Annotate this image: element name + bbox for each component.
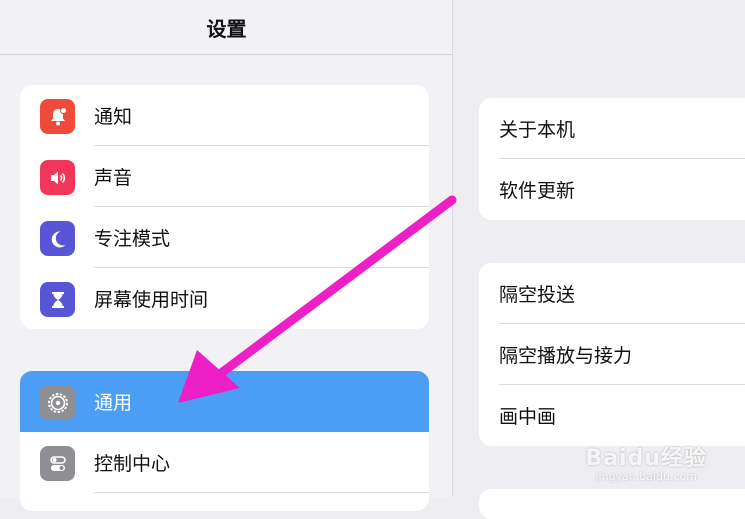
- watermark: Baidu经验 jingyan.baidu.com: [585, 440, 707, 483]
- sidebar-item-label: 声音: [94, 167, 133, 189]
- sidebar-item-label: 屏幕使用时间: [94, 289, 209, 311]
- sidebar-item-notifications[interactable]: 通知: [20, 85, 429, 146]
- watermark-brand: Baidu经验: [585, 446, 707, 471]
- detail-item-label: 关于本机: [499, 119, 576, 141]
- detail-item-label: 画中画: [499, 406, 557, 428]
- speaker-icon: [40, 160, 75, 195]
- sidebar-item-label: 专注模式: [94, 228, 171, 250]
- sidebar-item-general[interactable]: 通用: [20, 371, 429, 432]
- sidebar-item-control-center[interactable]: 控制中心: [20, 432, 429, 493]
- toggle-icon: [40, 446, 75, 481]
- moon-icon: [40, 221, 75, 256]
- gear-icon: [40, 385, 75, 420]
- detail-item-about[interactable]: 关于本机: [479, 98, 745, 159]
- sidebar: 设置 通知 声音 专注模式 屏幕使用时间 通用 控制中心: [0, 0, 453, 511]
- settings-group-2: 通用 控制中心: [20, 371, 429, 511]
- detail-item-airplay-handoff[interactable]: 隔空播放与接力: [479, 324, 745, 385]
- detail-group-3: [479, 489, 745, 519]
- detail-group-2: 隔空投送 隔空播放与接力 画中画: [479, 263, 745, 446]
- detail-item-picture-in-picture[interactable]: 画中画: [479, 385, 745, 446]
- hourglass-icon: [40, 282, 75, 317]
- bell-icon: [40, 99, 75, 134]
- sidebar-item-screen-time[interactable]: 屏幕使用时间: [20, 268, 429, 329]
- settings-group-1: 通知 声音 专注模式 屏幕使用时间: [20, 85, 429, 329]
- detail-item-label: 隔空播放与接力: [499, 345, 633, 367]
- sidebar-header: 设置: [0, 0, 453, 55]
- detail-group-1: 关于本机 软件更新: [479, 98, 745, 220]
- detail-item-airdrop[interactable]: 隔空投送: [479, 263, 745, 324]
- page-title: 设置: [206, 16, 247, 41]
- divider: [94, 492, 429, 493]
- sidebar-item-label: 通知: [94, 106, 133, 128]
- sidebar-item-focus[interactable]: 专注模式: [20, 207, 429, 268]
- detail-item-software-update[interactable]: 软件更新: [479, 159, 745, 220]
- detail-item-label: 软件更新: [499, 180, 576, 202]
- watermark-url: jingyan.baidu.com: [595, 470, 697, 483]
- sidebar-item-sounds[interactable]: 声音: [20, 146, 429, 207]
- detail-item-label: 隔空投送: [499, 284, 576, 306]
- detail-pane: 关于本机 软件更新 隔空投送 隔空播放与接力 画中画: [454, 0, 745, 519]
- sidebar-item-label: 控制中心: [94, 453, 171, 475]
- sidebar-item-label: 通用: [94, 392, 133, 414]
